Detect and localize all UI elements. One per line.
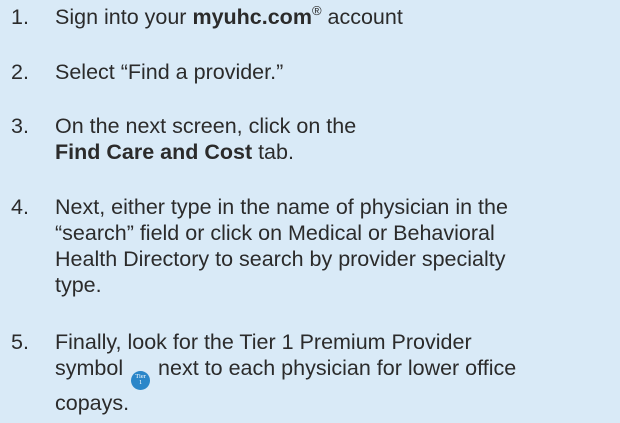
step-number: 4.	[11, 195, 29, 219]
registered-mark: ®	[311, 3, 322, 18]
step-text: Finally, look for the Tier 1 Premium Pro…	[55, 330, 517, 415]
step-text: Sign into your myuhc.com® account	[55, 3, 403, 29]
site-name: myuhc.com	[192, 5, 312, 29]
step-number: 5.	[11, 330, 29, 354]
tab-name: Find Care and Cost	[55, 140, 253, 164]
step-text: Next, either type in the name of physici…	[55, 195, 508, 297]
step-number: 1.	[11, 5, 29, 29]
tier-1-badge-icon: Tier 1	[131, 370, 151, 390]
instruction-steps: 1. Sign into your myuhc.com® account 2. …	[0, 0, 620, 423]
step-number: 2.	[11, 60, 29, 84]
step-text: On the next screen, click on the Find Ca…	[55, 114, 357, 164]
step-text: Select “Find a provider.”	[55, 60, 284, 84]
step-number: 3.	[11, 114, 29, 138]
